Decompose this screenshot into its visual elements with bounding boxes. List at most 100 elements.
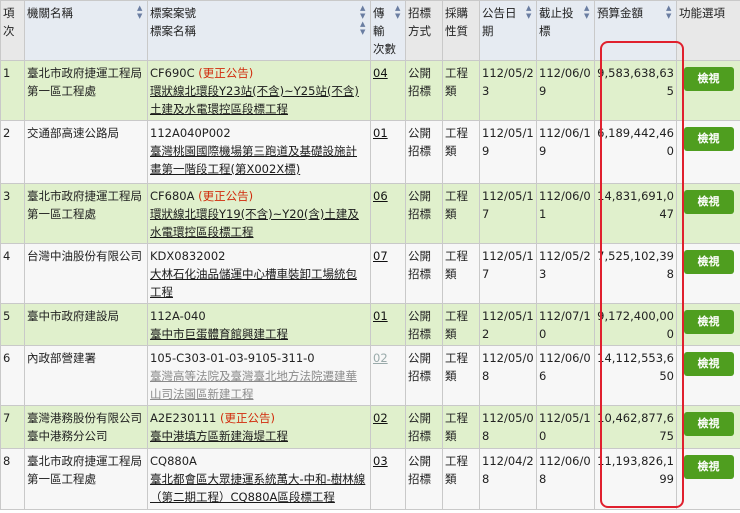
view-button[interactable]: 檢視 <box>683 455 734 479</box>
cell-idx: 2 <box>0 120 25 184</box>
cell-idx: 7 <box>0 405 25 449</box>
cell-case: KDX0832002 大林石化油品儲運中心槽車裝卸工場統包工程 <box>147 243 371 304</box>
cell-category: 工程類 <box>442 60 480 121</box>
cell-budget: 14,112,553,650 <box>594 345 677 406</box>
case-name-link[interactable]: 臺北都會區大眾捷運系統萬大-中和-樹林線（第二期工程）CQ880A區段標工程 <box>150 472 365 504</box>
case-name-link[interactable]: 大林石化油品儲運中心槽車裝卸工場統包工程 <box>150 267 357 299</box>
view-button[interactable]: 檢視 <box>683 190 734 214</box>
cell-agency: 交通部高速公路局 <box>24 120 148 184</box>
view-button[interactable]: 檢視 <box>683 310 734 334</box>
cell-case: 112A040P002 臺灣桃園國際機場第三跑道及基礎設施計畫第一階段工程(第X… <box>147 120 371 184</box>
cell-case: CF680A (更正公告) 環狀線北環段Y19(不含)~Y20(含)土建及水電環控… <box>147 183 371 244</box>
cell-method: 公開招標 <box>405 448 443 510</box>
table-row: 2 交通部高速公路局 112A040P002 臺灣桃園國際機場第三跑道及基礎設施計畫… <box>0 120 740 184</box>
cell-freq: 03 <box>370 448 406 510</box>
header-budget[interactable]: ▲ ▼ 預算金額 <box>594 0 677 61</box>
cell-category: 工程類 <box>442 448 480 510</box>
sort-arrows-icon[interactable]: ▲ ▼ <box>584 4 592 34</box>
cell-action: 檢視 <box>676 183 740 244</box>
transmission-count-link[interactable]: 04 <box>373 66 388 80</box>
cell-budget: 9,172,400,000 <box>594 303 677 346</box>
table-body: 1 臺北市政府捷運工程局第一區工程處 CF690C (更正公告) 環狀線北環段Y23站… <box>0 60 740 510</box>
table-row: 7 臺灣港務股份有限公司臺中港務分公司 A2E230111 (更正公告) 臺中港填方區… <box>0 405 740 449</box>
cell-agency: 臺北市政府捷運工程局第一區工程處 <box>24 448 148 510</box>
sort-arrows-icon[interactable]: ▲ ▼ <box>395 4 403 34</box>
cell-category: 工程類 <box>442 183 480 244</box>
cell-idx: 8 <box>0 448 25 510</box>
case-number: CF680A <box>150 189 195 203</box>
header-case[interactable]: ▲ ▼ ▲ ▼ 標案案號 標案名稱 <box>147 0 371 61</box>
sort-arrows-icon[interactable]: ▲ ▼ <box>666 4 674 34</box>
cell-budget: 10,462,877,675 <box>594 405 677 449</box>
transmission-count-link[interactable]: 01 <box>373 309 388 323</box>
cell-freq: 04 <box>370 60 406 121</box>
correction-notice: (更正公告) <box>198 66 254 80</box>
header-deadline[interactable]: ▲ ▼ 截止投標 <box>536 0 595 61</box>
cell-agency: 台灣中油股份有限公司 <box>24 243 148 304</box>
case-name-link[interactable]: 環狀線北環段Y19(不含)~Y20(含)土建及水電環控區段標工程 <box>150 207 359 239</box>
header-idx: 項次 <box>0 0 25 61</box>
case-name-link[interactable]: 臺中港填方區新建海堤工程 <box>150 429 288 443</box>
cell-action: 檢視 <box>676 303 740 346</box>
correction-notice: (更正公告) <box>220 411 275 425</box>
case-name-link[interactable]: 臺灣高等法院及臺灣臺北地方法院遷建華山司法園區新建工程 <box>150 369 357 401</box>
cell-case: CF690C (更正公告) 環狀線北環段Y23站(不含)~Y25站(不含)土建及水… <box>147 60 371 121</box>
transmission-count-link[interactable]: 06 <box>373 189 388 203</box>
cell-freq: 01 <box>370 303 406 346</box>
case-number: CF690C <box>150 66 195 80</box>
header-category: 採購性質 <box>442 0 480 61</box>
view-button[interactable]: 檢視 <box>683 67 734 91</box>
cell-action: 檢視 <box>676 243 740 304</box>
cell-budget: 9,583,638,635 <box>594 60 677 121</box>
header-announce[interactable]: ▲ ▼ 公告日期 <box>479 0 537 61</box>
transmission-count-link[interactable]: 07 <box>373 249 388 263</box>
sort-arrows-icon[interactable]: ▲ ▼ ▲ ▼ <box>360 4 368 36</box>
cell-method: 公開招標 <box>405 303 443 346</box>
cell-case: CQ880A 臺北都會區大眾捷運系統萬大-中和-樹林線（第二期工程）CQ880A… <box>147 448 371 510</box>
cell-announce-date: 112/05/12 <box>479 303 537 346</box>
cell-budget: 7,525,102,398 <box>594 243 677 304</box>
cell-announce-date: 112/05/19 <box>479 120 537 184</box>
case-number: CQ880A <box>150 454 197 468</box>
cell-idx: 4 <box>0 243 25 304</box>
cell-method: 公開招標 <box>405 345 443 406</box>
cell-freq: 02 <box>370 345 406 406</box>
correction-notice: (更正公告) <box>198 189 254 203</box>
cell-announce-date: 112/05/17 <box>479 183 537 244</box>
header-freq[interactable]: ▲ ▼ 傳輸次數 <box>370 0 406 61</box>
transmission-count-link[interactable]: 03 <box>373 454 388 468</box>
transmission-count-link[interactable]: 01 <box>373 126 388 140</box>
case-name-link[interactable]: 臺中市巨蛋體育館興建工程 <box>150 327 288 341</box>
cell-category: 工程類 <box>442 120 480 184</box>
cell-action: 檢視 <box>676 405 740 449</box>
view-button[interactable]: 檢視 <box>683 352 734 376</box>
sort-arrows-icon[interactable]: ▲ ▼ <box>137 4 145 34</box>
view-button[interactable]: 檢視 <box>683 127 734 151</box>
header-agency[interactable]: ▲ ▼ 機關名稱 <box>24 0 148 61</box>
transmission-count-link[interactable]: 02 <box>373 351 388 365</box>
case-number: KDX0832002 <box>150 249 226 263</box>
cell-budget: 11,193,826,199 <box>594 448 677 510</box>
table-header-row: 項次 ▲ ▼ 機關名稱 ▲ ▼ ▲ ▼ 標案案號 標案名稱 ▲ ▼ 傳輸次數 招標方式 採購… <box>0 0 740 61</box>
view-button[interactable]: 檢視 <box>683 250 734 274</box>
cell-category: 工程類 <box>442 405 480 449</box>
cell-deadline: 112/06/09 <box>536 60 595 121</box>
cell-deadline: 112/06/01 <box>536 183 595 244</box>
cell-announce-date: 112/05/08 <box>479 405 537 449</box>
cell-idx: 1 <box>0 60 25 121</box>
cell-freq: 01 <box>370 120 406 184</box>
case-name-link[interactable]: 臺灣桃園國際機場第三跑道及基礎設施計畫第一階段工程(第X002X標) <box>150 144 357 176</box>
cell-action: 檢視 <box>676 448 740 510</box>
cell-freq: 07 <box>370 243 406 304</box>
cell-idx: 6 <box>0 345 25 406</box>
table-row: 1 臺北市政府捷運工程局第一區工程處 CF690C (更正公告) 環狀線北環段Y23站… <box>0 60 740 121</box>
view-button[interactable]: 檢視 <box>683 412 734 436</box>
cell-action: 檢視 <box>676 345 740 406</box>
transmission-count-link[interactable]: 02 <box>373 411 388 425</box>
cell-deadline: 112/06/19 <box>536 120 595 184</box>
cell-agency: 臺北市政府捷運工程局第一區工程處 <box>24 60 148 121</box>
cell-agency: 臺中市政府建設局 <box>24 303 148 346</box>
cell-idx: 5 <box>0 303 25 346</box>
case-name-link[interactable]: 環狀線北環段Y23站(不含)~Y25站(不含)土建及水電環控區段標工程 <box>150 84 359 116</box>
sort-arrows-icon[interactable]: ▲ ▼ <box>526 4 534 34</box>
